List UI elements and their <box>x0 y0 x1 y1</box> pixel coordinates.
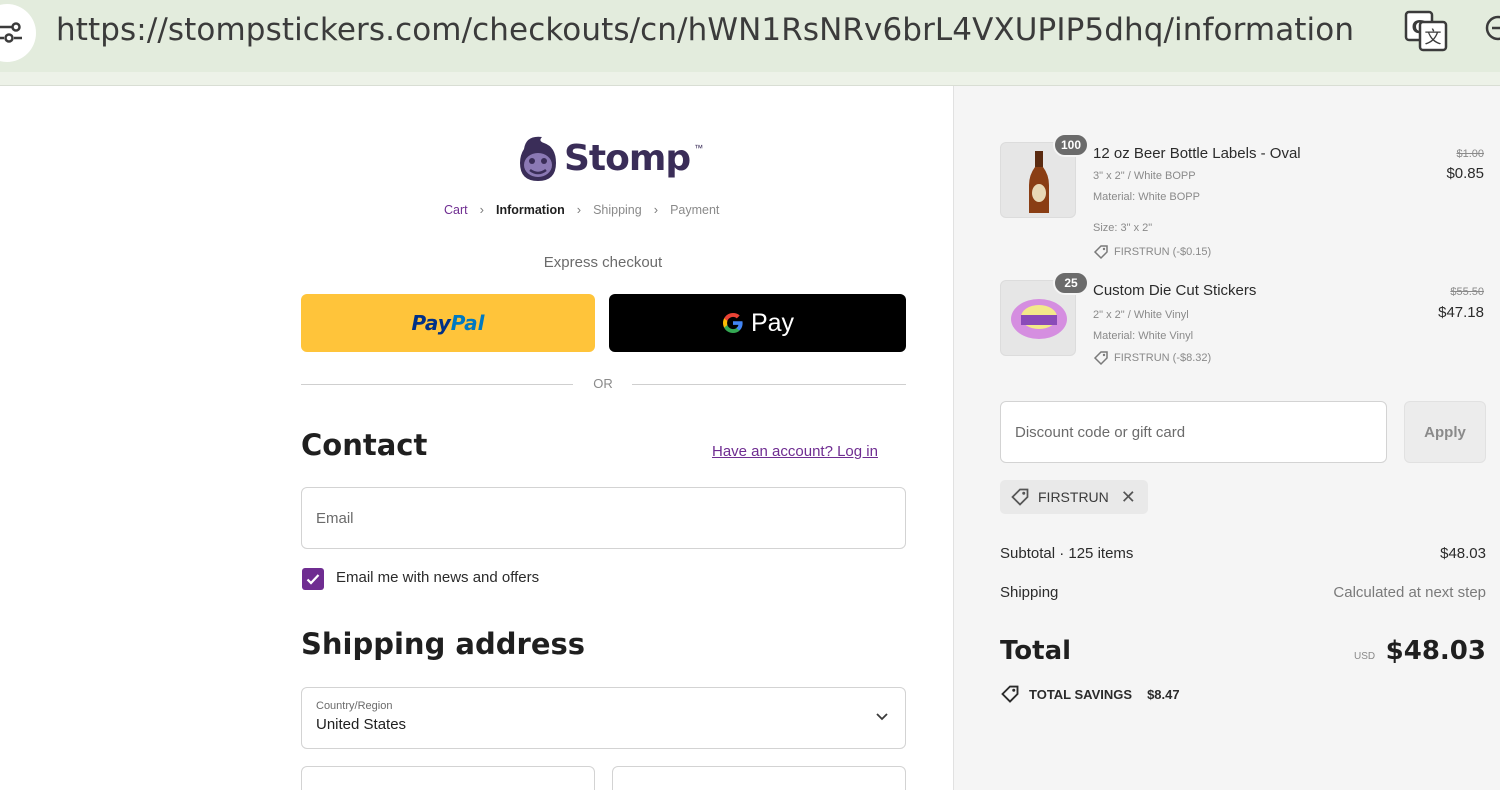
google-g-icon <box>722 313 743 333</box>
breadcrumb-cart[interactable]: Cart <box>444 203 468 217</box>
chevron-down-icon <box>876 713 888 721</box>
email-field[interactable] <box>302 488 905 548</box>
country-value: United States <box>316 716 407 733</box>
shipping-address-heading: Shipping address <box>301 627 586 661</box>
divider-left <box>301 384 573 385</box>
total-label: Total <box>1000 636 1072 666</box>
item-material: Material: White BOPP <box>1093 191 1200 203</box>
browser-toolbar-strip <box>0 72 1500 86</box>
stomp-logo[interactable]: Stomp ™ <box>516 130 703 186</box>
contact-heading: Contact <box>301 428 428 462</box>
item-material: Material: White Vinyl <box>1093 330 1194 342</box>
email-field-wrapper <box>301 487 906 549</box>
stomp-mascot-icon <box>520 136 556 181</box>
total-currency: USD <box>1354 651 1376 662</box>
item-title: Custom Die Cut Stickers <box>1093 282 1257 299</box>
site-info-button[interactable] <box>0 4 36 62</box>
first-name-field-wrapper <box>301 766 595 790</box>
tag-icon <box>1001 685 1019 703</box>
last-name-field[interactable] <box>613 767 905 790</box>
total-savings-label: TOTAL SAVINGS <box>1029 686 1133 702</box>
item-thumbnail: 100 <box>1000 133 1089 218</box>
chevron-right-icon: › <box>576 202 582 217</box>
item-price: $0.85 <box>1446 165 1484 182</box>
close-icon[interactable]: ✕ <box>1121 488 1136 506</box>
tag-icon <box>1093 351 1108 366</box>
item-discount: FIRSTRUN (-$0.15) <box>1093 244 1211 260</box>
item-title: 12 oz Beer Bottle Labels - Oval <box>1093 145 1301 162</box>
total-value: $48.03 <box>1385 636 1486 666</box>
discount-field-wrapper <box>1000 401 1387 463</box>
shipping-value: Calculated at next step <box>1333 584 1486 601</box>
last-name-field-wrapper <box>612 766 906 790</box>
item-discount-text: FIRSTRUN (-$0.15) <box>1114 246 1212 258</box>
total-savings: TOTAL SAVINGS $8.47 <box>1000 684 1180 704</box>
item-original-price: $55.50 <box>1450 286 1484 298</box>
chevron-right-icon: › <box>479 202 484 217</box>
paypal-wordmark: PayPal <box>411 311 485 335</box>
item-price: $47.18 <box>1438 304 1484 321</box>
item-variant: 3" x 2" / White BOPP <box>1093 170 1196 182</box>
newsletter-checkbox[interactable] <box>302 568 324 590</box>
newsletter-label[interactable]: Email me with news and offers <box>336 569 539 586</box>
breadcrumb-information: Information <box>495 202 565 217</box>
item-discount: FIRSTRUN (-$8.32) <box>1093 350 1211 366</box>
item-variant: 2" x 2" / White Vinyl <box>1093 309 1189 321</box>
translate-icon[interactable]: G 文 <box>1404 8 1448 52</box>
item-discount-text: FIRSTRUN (-$8.32) <box>1114 352 1212 364</box>
zoom-icon[interactable] <box>1482 10 1500 50</box>
or-divider-text: OR <box>593 376 613 391</box>
shipping-label: Shipping <box>1000 584 1059 601</box>
subtotal-label: Subtotal · 125 items <box>1000 545 1134 562</box>
logo-trademark: ™ <box>694 143 704 153</box>
first-name-field[interactable] <box>302 767 594 790</box>
tag-icon <box>1093 245 1108 260</box>
item-size: Size: 3" x 2" <box>1093 222 1153 234</box>
tune-icon <box>0 22 22 43</box>
quantity-badge: 100 <box>1052 133 1089 157</box>
breadcrumb-payment: Payment <box>670 202 720 217</box>
express-checkout-label: Express checkout <box>543 254 663 271</box>
item-original-price: $1.00 <box>1456 148 1484 160</box>
applied-code-text: FIRSTRUN <box>1038 489 1109 505</box>
google-pay-button[interactable]: Pay <box>609 294 906 352</box>
item-thumbnail: 25 <box>1000 271 1089 356</box>
country-label: Country/Region <box>316 700 393 712</box>
divider-right <box>632 384 906 385</box>
browser-address-bar: https://stompstickers.com/checkouts/cn/h… <box>0 0 1500 72</box>
chevron-right-icon: › <box>653 202 659 217</box>
apply-button[interactable]: Apply <box>1404 401 1486 463</box>
breadcrumb: Cart › Information › Shipping › Payment <box>444 202 719 217</box>
checkmark-icon <box>306 574 320 585</box>
url-field[interactable]: https://stompstickers.com/checkouts/cn/h… <box>56 12 1354 48</box>
paypal-button[interactable]: PayPal <box>301 294 595 352</box>
google-pay-label: Pay <box>750 308 795 337</box>
applied-discount-chip: FIRSTRUN ✕ <box>1000 480 1148 514</box>
svg-text:文: 文 <box>1425 28 1442 48</box>
breadcrumb-shipping: Shipping <box>593 202 642 217</box>
logo-text: Stomp <box>564 137 691 179</box>
tag-icon <box>1011 488 1029 506</box>
discount-code-input[interactable] <box>1001 402 1386 462</box>
subtotal-value: $48.03 <box>1440 545 1486 562</box>
country-select[interactable]: Country/Region United States <box>301 687 906 749</box>
total-savings-value: $8.47 <box>1147 686 1180 702</box>
login-link[interactable]: Have an account? Log in <box>712 443 878 460</box>
quantity-badge: 25 <box>1053 271 1089 295</box>
